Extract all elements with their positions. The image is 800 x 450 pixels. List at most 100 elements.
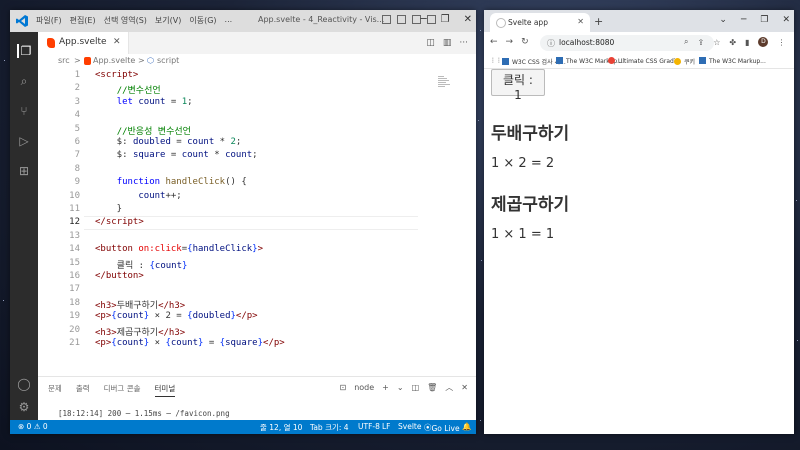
- code-line[interactable]: 14 <button on:click={handleClick}>: [38, 244, 418, 257]
- double-result: 1 × 2 = 2: [491, 156, 555, 171]
- code-line[interactable]: 11 }: [38, 204, 418, 217]
- tab-output[interactable]: 출력: [76, 383, 90, 397]
- tab-app-svelte[interactable]: App.svelte ✕: [38, 32, 129, 54]
- search-icon[interactable]: ⌕: [17, 74, 31, 88]
- code-text: //반응성 변수선언: [116, 126, 191, 137]
- toggle-sidebar-icon[interactable]: [382, 15, 391, 24]
- extensions-icon[interactable]: ⊞: [17, 164, 31, 178]
- code-line[interactable]: 7 $: square = count * count;: [38, 150, 418, 163]
- code-line[interactable]: 21 <p>{count} × {count} = {square}</p>: [38, 338, 418, 351]
- close-icon[interactable]: ✕: [782, 15, 790, 25]
- sidebar-icon[interactable]: ▮: [745, 38, 749, 47]
- bookmark-item[interactable]: Ultimate CSS Gradi...: [608, 57, 681, 65]
- code-line[interactable]: 13: [38, 231, 418, 244]
- menu-file[interactable]: 파일(F): [36, 15, 62, 26]
- tab-size[interactable]: Tab 크기: 4: [310, 422, 349, 433]
- open-preview-icon[interactable]: ◫: [426, 38, 435, 48]
- code-line[interactable]: 12 </script>: [38, 217, 418, 230]
- go-live-button[interactable]: ⦿ Go Live: [424, 422, 460, 433]
- split-editor-icon[interactable]: ▥: [443, 38, 452, 48]
- line-ending[interactable]: LF: [382, 422, 391, 431]
- code-line[interactable]: 19 <p>{count} × 2 = {doubled}</p>: [38, 311, 418, 324]
- menu-view[interactable]: 보기(V): [155, 15, 181, 26]
- click-counter-button[interactable]: 클릭 : 1: [491, 69, 545, 102]
- code-line[interactable]: 16 </button>: [38, 271, 418, 284]
- breadcrumb-symbol[interactable]: script: [157, 56, 179, 65]
- encoding[interactable]: UTF-8: [358, 422, 380, 431]
- account-icon[interactable]: ◯: [17, 377, 31, 391]
- line-number: 4: [74, 110, 80, 121]
- tab-close-icon[interactable]: ✕: [577, 17, 584, 26]
- code-line[interactable]: 15 클릭 : {count}: [38, 258, 418, 271]
- profile-avatar[interactable]: D: [758, 37, 769, 47]
- more-actions-icon[interactable]: ···: [459, 38, 468, 48]
- maximize-panel-icon[interactable]: ︿: [445, 382, 453, 393]
- problems-status[interactable]: ⊗ 0 ⚠ 0: [18, 422, 48, 431]
- menu-edit[interactable]: 편집(E): [70, 15, 96, 26]
- code-line[interactable]: 10 count++;: [38, 191, 418, 204]
- panel-tabs: 문제 출력 디버그 콘솔 터미널: [48, 383, 176, 397]
- breadcrumb-src[interactable]: src: [58, 56, 70, 65]
- breadcrumb-file[interactable]: App.svelte: [93, 56, 135, 65]
- share-icon[interactable]: ⇪: [697, 38, 704, 47]
- close-icon[interactable]: ✕: [464, 14, 472, 25]
- cursor-position[interactable]: 줄 12, 열 10: [260, 422, 302, 433]
- source-control-icon[interactable]: ⑂: [17, 104, 31, 118]
- menu-more[interactable]: ...: [225, 15, 233, 26]
- code-line[interactable]: 3 let count = 1;: [38, 97, 418, 110]
- line-number: 11: [69, 204, 80, 214]
- menu-selection[interactable]: 선택 영역(S): [104, 15, 147, 26]
- run-debug-icon[interactable]: ▷: [17, 134, 31, 148]
- terminal-shell-label[interactable]: node: [354, 383, 374, 392]
- tab-close-icon[interactable]: ✕: [113, 37, 121, 47]
- new-tab-icon[interactable]: +: [594, 15, 603, 28]
- settings-gear-icon[interactable]: ⚙: [17, 400, 31, 414]
- browser-tab[interactable]: Svelte app ✕: [490, 13, 590, 32]
- minimize-icon[interactable]: ─: [741, 15, 746, 25]
- menu-go[interactable]: 이동(G): [189, 15, 216, 26]
- split-terminal-icon[interactable]: ◫: [412, 383, 420, 392]
- title-bar: 파일(F) 편집(E) 선택 영역(S) 보기(V) 이동(G) ... App…: [10, 10, 476, 32]
- notifications-bell-icon[interactable]: 🔔: [462, 422, 471, 431]
- trash-icon[interactable]: 🗑: [427, 383, 437, 392]
- extensions-puzzle-icon[interactable]: ✤: [729, 38, 736, 47]
- tab-debug-console[interactable]: 디버그 콘솔: [104, 383, 141, 397]
- bookmark-star-icon[interactable]: ☆: [713, 38, 720, 47]
- tab-terminal[interactable]: 터미널: [154, 383, 176, 397]
- explorer-icon[interactable]: ❐: [17, 44, 33, 58]
- code-line[interactable]: 2 //변수선언: [38, 83, 418, 96]
- minimize-icon[interactable]: ─: [421, 14, 427, 25]
- bookmark-item[interactable]: The W3C Markup...: [699, 57, 766, 65]
- bookmark-item[interactable]: 쿠키: [674, 57, 695, 66]
- minimap[interactable]: [438, 76, 452, 92]
- toggle-panel-icon[interactable]: [397, 15, 406, 24]
- line-number: 3: [74, 96, 80, 107]
- zoom-icon[interactable]: ⌕: [684, 37, 688, 47]
- apps-grid-icon[interactable]: ⋮⋮: [490, 57, 502, 64]
- back-arrow-icon[interactable]: ←: [490, 37, 498, 47]
- browser-toolbar: ← → ↻ ⓘ localhost:8080 ⌕ ⇪ ☆ ✤ ▮ D ⋮: [484, 32, 794, 54]
- code-line[interactable]: 8: [38, 164, 418, 177]
- code-text: <p>{count} × 2 = {doubled}</p>: [95, 311, 258, 322]
- code-line[interactable]: 17: [38, 284, 418, 297]
- tab-problems[interactable]: 문제: [48, 383, 62, 397]
- menu-kebab-icon[interactable]: ⋮: [777, 38, 785, 47]
- code-line[interactable]: 4: [38, 110, 418, 123]
- code-line[interactable]: 9 function handleClick() {: [38, 177, 418, 190]
- restore-icon[interactable]: ❐: [760, 15, 768, 25]
- site-info-icon[interactable]: ⓘ: [547, 38, 555, 49]
- chevron-down-icon[interactable]: ⌄: [397, 383, 404, 392]
- code-line[interactable]: 5 //반응성 변수선언: [38, 124, 418, 137]
- code-line[interactable]: 18 <h3>두배구하기</h3>: [38, 298, 418, 311]
- new-terminal-icon[interactable]: +: [382, 383, 389, 392]
- chevron-down-icon[interactable]: ⌄: [719, 15, 727, 25]
- code-line[interactable]: 6 $: doubled = count * 2;: [38, 137, 418, 150]
- language-mode[interactable]: Svelte: [398, 422, 421, 431]
- close-panel-icon[interactable]: ✕: [461, 383, 468, 392]
- forward-arrow-icon[interactable]: →: [506, 37, 514, 47]
- code-editor[interactable]: 1 <script> 2 //변수선언 3 let count = 1; 4 5 //반응…: [38, 70, 476, 370]
- restore-icon[interactable]: ❐: [441, 14, 450, 25]
- code-line[interactable]: 1 <script>: [38, 70, 418, 83]
- reload-icon[interactable]: ↻: [521, 37, 529, 47]
- code-line[interactable]: 20 <h3>제곱구하기</h3>: [38, 325, 418, 338]
